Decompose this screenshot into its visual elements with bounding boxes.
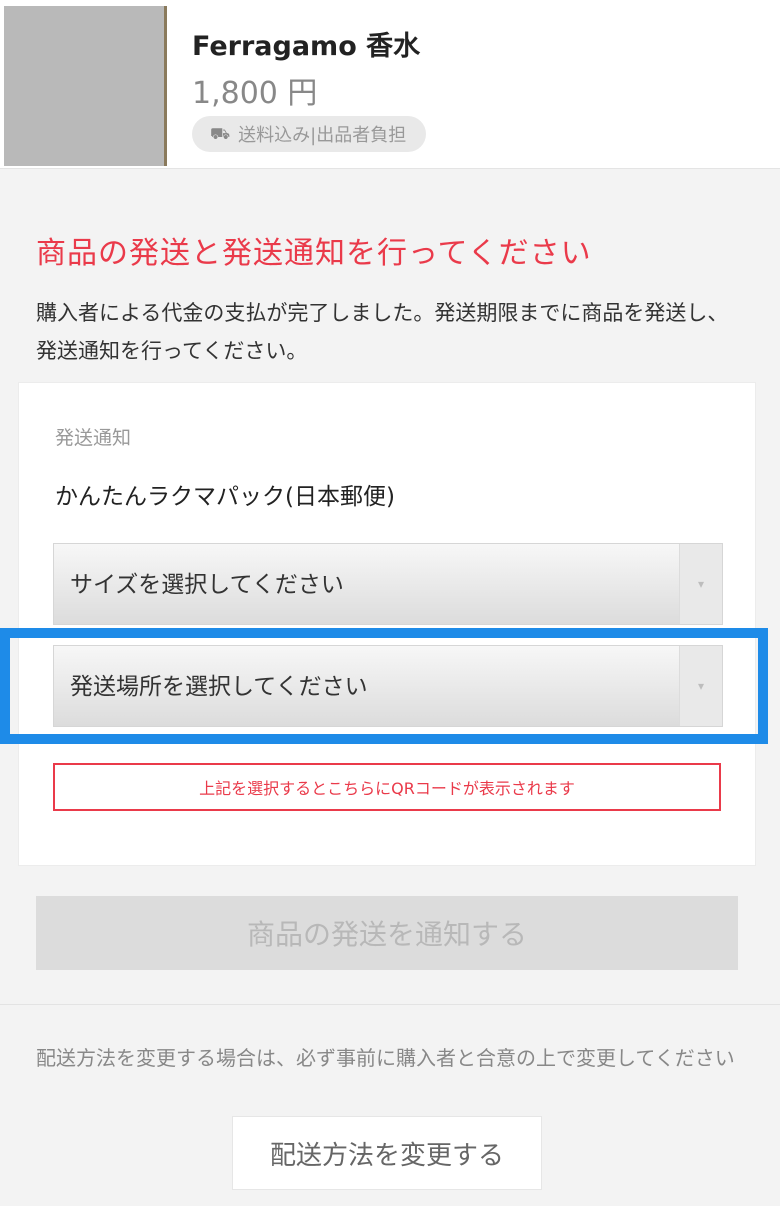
qr-code-notice: 上記を選択するとこちらにQRコードが表示されます [53, 763, 721, 811]
shipping-badge-label: 送料込み|出品者負担 [238, 125, 407, 146]
chevron-down-icon: ▾ [679, 544, 722, 624]
product-thumbnail [4, 6, 167, 166]
shipping-badge: ⛟ 送料込み|出品者負担 [192, 116, 427, 152]
shipping-method: かんたんラクマパック(日本郵便) [55, 484, 395, 510]
size-select[interactable]: サイズを選択してください ▾ [53, 543, 723, 625]
product-name: Ferragamo 香水 [192, 31, 421, 62]
page-heading: 商品の発送と発送通知を行ってください [36, 236, 592, 271]
location-select[interactable]: 発送場所を選択してください ▾ [53, 645, 723, 727]
shipping-notification-card: 発送通知 かんたんラクマパック(日本郵便) サイズを選択してください ▾ 発送場… [18, 382, 756, 866]
product-price: 1,800 円 [192, 76, 318, 111]
card-label: 発送通知 [55, 427, 132, 449]
instruction-text: 購入者による代金の支払が完了しました。発送期限までに商品を発送し、発送通知を行っ… [36, 301, 729, 363]
truck-icon: ⛟ [210, 123, 231, 143]
shipping-screen: Ferragamo 香水 1,800 円 ⛟ 送料込み|出品者負担 商品の発送と… [0, 0, 780, 1206]
location-select-label: 発送場所を選択してください [70, 674, 368, 700]
notify-shipment-button[interactable]: 商品の発送を通知する [36, 896, 738, 970]
size-select-label: サイズを選択してください [70, 572, 344, 598]
change-shipping-method-button[interactable]: 配送方法を変更する [232, 1116, 542, 1190]
product-summary[interactable]: Ferragamo 香水 1,800 円 ⛟ 送料込み|出品者負担 [0, 0, 780, 169]
chevron-down-icon: ▾ [679, 646, 722, 726]
change-method-note: 配送方法を変更する場合は、必ず事前に購入者と合意の上で変更してください [36, 1046, 735, 1070]
section-divider [0, 1004, 780, 1005]
